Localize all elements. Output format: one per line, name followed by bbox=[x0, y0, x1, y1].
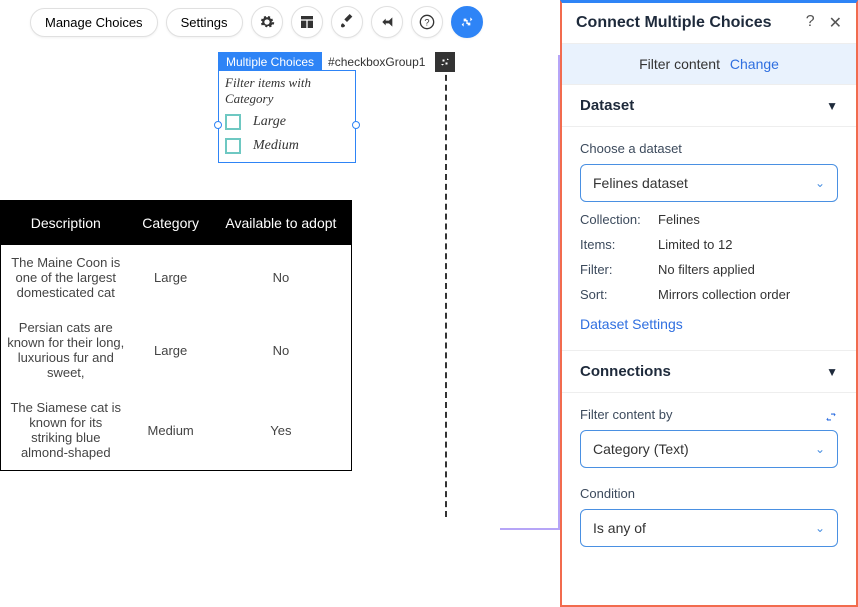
chevron-down-icon: ▼ bbox=[826, 365, 838, 379]
table-header: Category bbox=[131, 201, 211, 246]
layout-icon[interactable] bbox=[291, 6, 323, 38]
cell-category: Large bbox=[131, 245, 211, 310]
filter-by-label: Filter content by bbox=[580, 407, 673, 422]
kv-key: Collection: bbox=[580, 212, 658, 227]
resize-handle-left[interactable] bbox=[214, 121, 222, 129]
checkbox-option[interactable]: Medium bbox=[225, 138, 349, 154]
connections-section-body: Filter content by Category (Text) ⌄ Cond… bbox=[562, 393, 856, 565]
dataset-section-body: Choose a dataset Felines dataset ⌄ Colle… bbox=[562, 127, 856, 350]
section-title: Dataset bbox=[580, 97, 634, 114]
cell-available: Yes bbox=[211, 390, 352, 471]
resize-handle-right[interactable] bbox=[352, 121, 360, 129]
chevron-down-icon: ⌄ bbox=[815, 442, 825, 456]
manage-choices-button[interactable]: Manage Choices bbox=[30, 8, 158, 37]
checkbox-label: Medium bbox=[253, 138, 299, 154]
connect-panel: Connect Multiple Choices ? ✕ Filter cont… bbox=[560, 0, 858, 607]
table-row: Persian cats are known for their long, l… bbox=[1, 310, 352, 390]
condition-label: Condition bbox=[580, 486, 838, 501]
filter-strip: Filter content Change bbox=[562, 44, 856, 84]
choose-dataset-label: Choose a dataset bbox=[580, 141, 838, 156]
dataset-settings-link[interactable]: Dataset Settings bbox=[580, 316, 683, 332]
table-header: Description bbox=[1, 201, 131, 246]
kv-value: No filters applied bbox=[658, 262, 755, 277]
kv-key: Filter: bbox=[580, 262, 658, 277]
kv-value: Limited to 12 bbox=[658, 237, 732, 252]
cell-description: The Siamese cat is known for its strikin… bbox=[1, 390, 131, 471]
element-label: Multiple Choices #checkboxGroup1 bbox=[218, 52, 455, 72]
condition-value: Is any of bbox=[593, 520, 646, 536]
kv-value: Mirrors collection order bbox=[658, 287, 790, 302]
dataset-select-value: Felines dataset bbox=[593, 175, 688, 191]
kv-value: Felines bbox=[658, 212, 700, 227]
cell-category: Large bbox=[131, 310, 211, 390]
guide-line bbox=[445, 55, 447, 517]
checkbox-label: Large bbox=[253, 114, 286, 130]
help-icon[interactable]: ? bbox=[411, 6, 443, 38]
cell-description: The Maine Coon is one of the largest dom… bbox=[1, 245, 131, 310]
section-title: Connections bbox=[580, 363, 671, 380]
data-table: Description Category Available to adopt … bbox=[0, 200, 352, 471]
settings-button[interactable]: Settings bbox=[166, 8, 243, 37]
filter-strip-label: Filter content bbox=[639, 56, 720, 72]
checkbox-group-element[interactable]: Filter items with Category Large Medium bbox=[218, 70, 356, 163]
cell-description: Persian cats are known for their long, l… bbox=[1, 310, 131, 390]
panel-title: Connect Multiple Choices bbox=[576, 14, 772, 32]
checkbox-option[interactable]: Large bbox=[225, 114, 349, 130]
cell-available: No bbox=[211, 310, 352, 390]
checkbox-group-title: Filter items with Category bbox=[225, 75, 349, 106]
dataset-select[interactable]: Felines dataset ⌄ bbox=[580, 164, 838, 202]
dataset-section-header[interactable]: Dataset ▼ bbox=[562, 84, 856, 127]
close-icon[interactable]: ✕ bbox=[829, 13, 842, 33]
chevron-down-icon: ⌄ bbox=[815, 176, 825, 190]
connections-section-header[interactable]: Connections ▼ bbox=[562, 350, 856, 393]
editor-canvas: Manage Choices Settings ? Multiple Choic… bbox=[0, 0, 560, 607]
element-id: #checkboxGroup1 bbox=[322, 52, 431, 72]
help-icon[interactable]: ? bbox=[806, 13, 815, 33]
checkbox-icon[interactable] bbox=[225, 138, 241, 154]
chevron-down-icon: ▼ bbox=[826, 99, 838, 113]
cell-category: Medium bbox=[131, 390, 211, 471]
filter-by-select[interactable]: Category (Text) ⌄ bbox=[580, 430, 838, 468]
change-link[interactable]: Change bbox=[730, 56, 779, 72]
animation-icon[interactable] bbox=[371, 6, 403, 38]
brush-icon[interactable] bbox=[331, 6, 363, 38]
page-boundary bbox=[500, 55, 560, 530]
filter-by-value: Category (Text) bbox=[593, 441, 689, 457]
panel-header: Connect Multiple Choices ? ✕ bbox=[562, 3, 856, 44]
table-header: Available to adopt bbox=[211, 201, 352, 246]
svg-text:?: ? bbox=[424, 17, 429, 27]
kv-key: Items: bbox=[580, 237, 658, 252]
gear-icon[interactable] bbox=[251, 6, 283, 38]
sync-icon[interactable] bbox=[824, 410, 838, 427]
table-row: The Maine Coon is one of the largest dom… bbox=[1, 245, 352, 310]
element-toolbar: Manage Choices Settings ? bbox=[30, 6, 483, 38]
element-type-tag: Multiple Choices bbox=[218, 52, 322, 72]
checkbox-icon[interactable] bbox=[225, 114, 241, 130]
kv-key: Sort: bbox=[580, 287, 658, 302]
connect-data-icon[interactable] bbox=[451, 6, 483, 38]
table-row: The Siamese cat is known for its strikin… bbox=[1, 390, 352, 471]
chevron-down-icon: ⌄ bbox=[815, 521, 825, 535]
cell-available: No bbox=[211, 245, 352, 310]
condition-select[interactable]: Is any of ⌄ bbox=[580, 509, 838, 547]
